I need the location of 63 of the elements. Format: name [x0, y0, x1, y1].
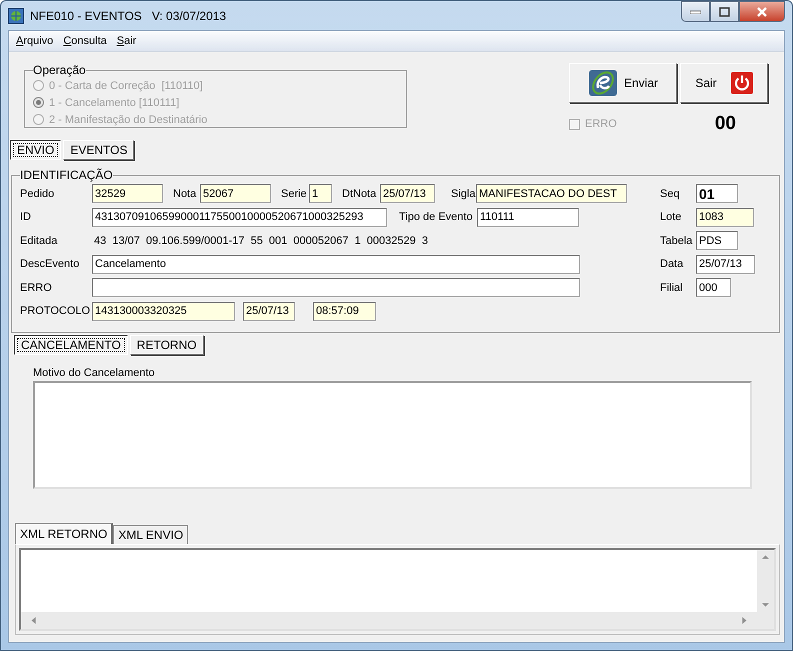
tab[interactable]: ENVIO	[10, 140, 62, 160]
power-icon	[730, 72, 753, 94]
radio-label: 0 - Carta de Correção [110110]	[49, 80, 203, 92]
send-button[interactable]: Enviar	[569, 63, 677, 103]
window-title: NFE010 - EVENTOS V: 03/07/2013	[30, 8, 226, 22]
field-label: Pedido	[20, 188, 56, 200]
tab[interactable]: XML RETORNO	[15, 523, 114, 544]
group-title: Operação	[33, 63, 86, 77]
text-field[interactable]: 43130709106599000117550010000520671000325293	[92, 208, 387, 227]
maximize-button[interactable]	[710, 1, 739, 22]
field-label: Serie	[281, 188, 308, 200]
text-field[interactable]: PDS	[696, 231, 738, 250]
text-field[interactable]: 1083	[696, 208, 754, 227]
field-label: Filial	[660, 282, 684, 294]
tab[interactable]: RETORNO	[130, 335, 204, 355]
key-text: 43 13/07 09.106.599/0001-17 55 001 000052067 1 00032529 3	[94, 234, 428, 247]
text-field[interactable]: 110111	[477, 208, 579, 227]
text-field[interactable]: 25/07/13	[380, 184, 435, 204]
field-label: Motivo do Cancelamento	[33, 367, 156, 379]
field-label: PROTOCOLO	[20, 305, 92, 318]
exit-button[interactable]: Sair	[680, 63, 768, 103]
field-label: Nota	[173, 188, 198, 200]
text-field[interactable]: 000	[696, 278, 731, 298]
globe-icon	[8, 8, 24, 24]
minimize-icon	[690, 10, 701, 14]
e-document-icon	[588, 68, 618, 98]
field-label: Lote	[660, 211, 682, 224]
text-field[interactable]: MANIFESTACAO DO DEST	[476, 184, 627, 204]
field-label: Tipo de Evento	[399, 211, 474, 224]
field-label: DtNota	[342, 188, 378, 200]
text-field[interactable]: 1	[309, 184, 332, 204]
text-field[interactable]: 32529	[92, 184, 163, 204]
text-field[interactable]: 143130003320325	[92, 302, 235, 321]
reason-text-area[interactable]	[33, 381, 752, 489]
field-label: Data	[660, 258, 684, 270]
radio-label: 2 - Manifestação do Destinatário	[49, 114, 208, 126]
text-field[interactable]: Cancelamento	[92, 254, 580, 274]
close-button[interactable]	[739, 1, 785, 22]
field-label: DescEvento	[20, 258, 80, 270]
field-label: Seq	[660, 188, 681, 200]
counter-value: 00	[714, 113, 736, 135]
field-label: ID	[20, 211, 32, 224]
text-field[interactable]: 25/07/13	[696, 254, 755, 274]
text-field[interactable]	[92, 278, 580, 298]
minimize-button[interactable]	[681, 1, 710, 22]
tab[interactable]: CANCELAMENTO	[14, 335, 128, 355]
close-icon	[756, 6, 768, 16]
text-field[interactable]: 52067	[200, 184, 271, 204]
field-label: ERRO	[20, 282, 53, 294]
menu-item[interactable]: Consulta	[60, 35, 110, 47]
maximize-icon	[719, 6, 730, 16]
menu-item[interactable]: Arquivo	[13, 35, 56, 47]
group-title: IDENTIFICAÇÃO	[20, 168, 113, 182]
field-label: Editada	[20, 234, 58, 247]
radio-label: 1 - Cancelamento [110111]	[49, 96, 180, 108]
menu-item[interactable]: Sair	[114, 35, 140, 47]
field-label: Tabela	[660, 234, 694, 247]
tab[interactable]: EVENTOS	[63, 140, 134, 160]
text-field[interactable]: 01	[696, 184, 738, 204]
text-field[interactable]: 25/07/13	[243, 302, 295, 321]
field-label: Sigla	[451, 188, 476, 200]
tab[interactable]: XML ENVIO	[113, 525, 188, 544]
text-field[interactable]: 08:57:09	[313, 302, 376, 321]
